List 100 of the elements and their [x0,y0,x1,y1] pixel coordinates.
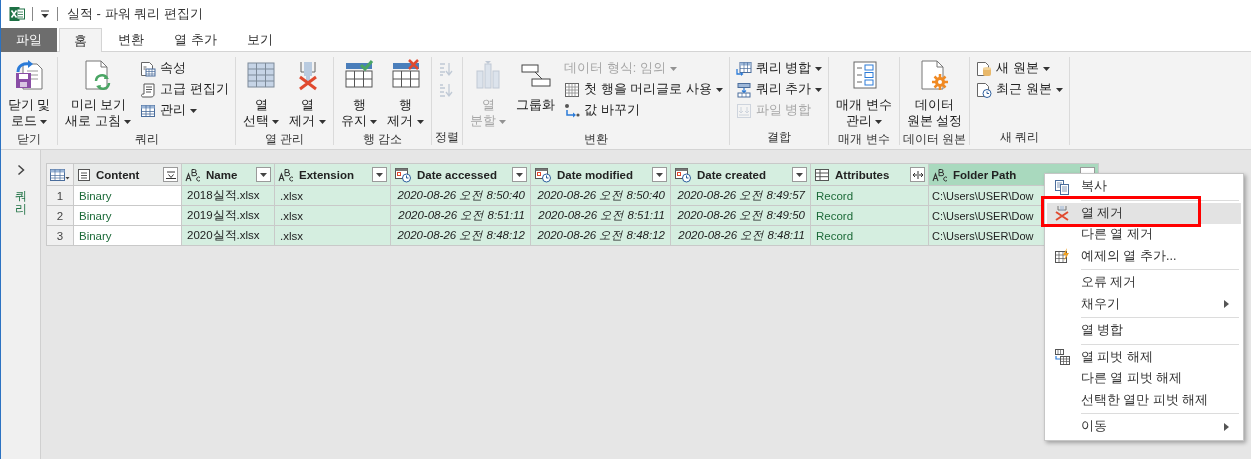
expand-arrows-icon [911,170,924,179]
sort-ascending-icon [437,60,454,77]
column-header[interactable]: Date created [670,163,811,186]
filter-dropdown-button[interactable] [372,167,387,182]
menu-item[interactable]: 이동 [1047,416,1241,438]
copy-icon [1054,178,1070,195]
menu-item[interactable]: 선택한 열만 피벗 해제 [1047,389,1241,411]
window-title: 실적 - 파워 쿼리 편집기 [67,5,203,23]
dropdown-arrow-icon [260,172,267,177]
menu-item[interactable]: 열 병합 [1047,320,1241,342]
group-label: 변환 [582,131,609,147]
table-menu-button[interactable] [46,163,74,186]
ribbon-button[interactable]: 최근 원본 [973,79,1066,100]
text-type-icon [932,167,948,182]
merge-queries-icon [735,60,752,77]
ribbon-button[interactable]: 관리 [137,100,232,121]
header-grid-icon [564,81,581,98]
document-database-icon [976,60,993,77]
date-time-type-icon [674,166,692,183]
ribbon-tab[interactable]: 변환 [104,28,158,52]
text-type-icon [185,167,201,182]
table-cell[interactable]: Binary [73,225,182,246]
ribbon-button[interactable]: 새 원본 [973,58,1066,79]
column-header[interactable]: Attributes [810,163,929,186]
date-time-type-icon [394,166,412,183]
ribbon-button[interactable]: 쿼리 병합 [732,58,826,79]
file-tab[interactable]: 파일 [1,28,57,52]
append-queries-icon [735,81,752,98]
group-label: 매개 변수 [837,131,891,147]
menu-item[interactable]: 오류 제거 [1047,272,1241,294]
ribbon-button[interactable]: 열 선택 [238,57,284,131]
filter-dropdown-button[interactable] [652,167,667,182]
menu-item[interactable]: 열 피벗 해제 [1047,346,1241,368]
filter-dropdown-button[interactable] [256,167,271,182]
ribbon-button[interactable]: 미리 보기 새로 고침 [61,57,136,131]
binary-type-icon [77,167,91,182]
customize-toolbar-icon [40,9,50,19]
text-type-icon [278,167,294,182]
ribbon-button[interactable]: 열 제거 [285,57,330,131]
column-header[interactable]: Date accessed [390,163,531,186]
pane-title: 쿼리 [14,190,27,217]
data-source-settings-icon [918,59,951,91]
menu-item[interactable]: 다른 열 피벗 해제 [1047,368,1241,390]
sort-descending-icon [437,81,454,98]
ribbon-tab[interactable]: 홈 [59,28,102,53]
dropdown-arrow-icon [796,172,803,177]
group-label: 닫기 [16,131,43,147]
filter-dropdown-button[interactable] [512,167,527,182]
expand-button[interactable] [163,167,178,182]
group-label: 열 관리 [263,131,306,147]
remove-column-icon [1054,205,1070,222]
row-number: 2 [46,205,74,226]
table-icon [50,168,70,181]
ribbon-tab[interactable]: 열 추가 [160,28,231,52]
table-cell[interactable]: Binary [73,185,182,206]
ribbon-button[interactable]: 닫기 및 로드 [4,57,55,131]
expand-button[interactable] [910,167,925,182]
row-number: 3 [46,225,74,246]
dropdown-arrow-icon [656,172,663,177]
properties-icon [140,60,157,77]
column-header[interactable]: Date modified [530,163,671,186]
replace-values-icon [564,102,581,119]
column-header[interactable]: Name [181,163,275,186]
group-label: 데이터 원본 [902,131,967,147]
expand-icon [165,170,176,179]
group-label: 정렬 [434,129,459,145]
keep-rows-icon [343,59,376,91]
filter-dropdown-button[interactable] [792,167,807,182]
unpivot-icon [1054,349,1070,366]
column-grid-icon [245,59,278,91]
ribbon-button[interactable]: 매개 변수 관리 [832,57,896,131]
menu-item[interactable]: 예제의 열 추가... [1047,245,1241,267]
ribbon-button[interactable]: 행 제거 [383,57,428,131]
document-clock-icon [976,81,993,98]
row-number: 1 [46,185,74,206]
group-label: 결합 [766,129,792,145]
ribbon-tab[interactable]: 보기 [232,28,287,52]
ribbon-button[interactable]: 행 유지 [336,57,382,131]
ribbon-button[interactable]: 첫 행을 머리글로 사용 [561,79,726,100]
remove-rows-icon [389,59,422,91]
table-cell[interactable]: Binary [73,205,182,226]
column-header[interactable]: Extension [274,163,391,186]
ribbon-button[interactable]: 데이터 원본 설정 [902,57,967,131]
ribbon-button[interactable]: 속성 [137,58,232,79]
ribbon-button[interactable]: 고급 편집기 [137,79,232,100]
dropdown-arrow-icon [376,172,383,177]
scroll-icon [140,81,157,98]
table-icon [140,102,157,119]
combine-files-icon [735,102,752,119]
record-type-icon [814,167,830,182]
ribbon-button[interactable]: 값 바꾸기 [561,100,726,121]
menu-item[interactable]: 열 제거 [1047,202,1241,224]
ribbon-button[interactable]: 그룹화 [512,57,560,131]
column-header[interactable]: Content [73,163,182,186]
date-time-type-icon [534,166,552,183]
group-label: 새 쿼리 [998,129,1041,145]
expand-chevron-icon [16,164,25,176]
ribbon-button[interactable]: 쿼리 추가 [732,79,826,100]
dropdown-arrow-icon [516,172,523,177]
menu-item[interactable]: 채우기 [1047,293,1241,315]
